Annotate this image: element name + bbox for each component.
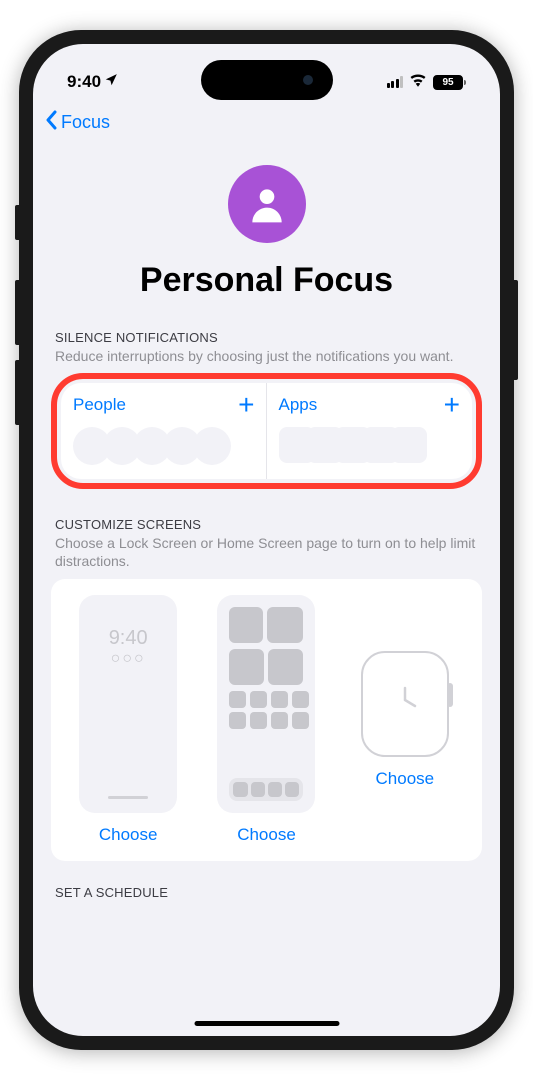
signal-icon: [387, 76, 404, 88]
screens-card: 9:40 ○○○ Choose: [51, 579, 482, 861]
annotation-highlight-box: People + Apps: [51, 373, 482, 489]
people-card-title: People: [73, 395, 126, 415]
mock-lock-time: 9:40: [87, 627, 169, 650]
customize-section-subtitle: Choose a Lock Screen or Home Screen page…: [51, 534, 482, 578]
chevron-left-icon: [45, 110, 57, 135]
add-apps-icon[interactable]: +: [444, 395, 460, 415]
clock-text: 9:40: [67, 72, 101, 92]
status-time: 9:40: [67, 72, 118, 92]
apps-placeholders: [279, 427, 461, 463]
dynamic-island: [201, 60, 333, 100]
people-placeholders: [73, 427, 255, 465]
schedule-section-header: SET A SCHEDULE: [51, 885, 482, 902]
home-indicator[interactable]: [194, 1021, 339, 1026]
add-people-icon[interactable]: +: [238, 395, 254, 415]
battery-level-text: 95: [442, 77, 453, 88]
customize-section-header: CUSTOMIZE SCREENS: [51, 517, 482, 534]
silence-section-subtitle: Reduce interruptions by choosing just th…: [51, 347, 482, 373]
watch-option: Choose: [338, 595, 472, 845]
mock-lock-dots: ○○○: [87, 650, 169, 668]
choose-lock-screen-button[interactable]: Choose: [99, 825, 158, 845]
location-icon: [104, 72, 118, 92]
home-screen-option: Choose: [199, 595, 333, 845]
lock-screen-option: 9:40 ○○○ Choose: [61, 595, 195, 845]
person-avatar-icon: [228, 165, 306, 243]
wifi-icon: [409, 73, 427, 92]
apps-card[interactable]: Apps +: [267, 383, 473, 479]
battery-icon: 95: [433, 75, 466, 90]
silence-section-header: SILENCE NOTIFICATIONS: [51, 330, 482, 347]
home-screen-preview: [217, 595, 315, 813]
watch-preview: [361, 651, 449, 757]
back-label: Focus: [61, 112, 110, 133]
nav-bar: Focus: [33, 100, 500, 145]
back-button[interactable]: Focus: [45, 110, 110, 135]
people-card[interactable]: People +: [61, 383, 267, 479]
page-title: Personal Focus: [51, 261, 482, 300]
phone-frame: 9:40 95: [19, 30, 514, 1050]
apps-card-title: Apps: [279, 395, 318, 415]
choose-home-screen-button[interactable]: Choose: [237, 825, 296, 845]
screen: 9:40 95: [33, 44, 500, 1036]
lock-screen-preview: 9:40 ○○○: [79, 595, 177, 813]
choose-watch-button[interactable]: Choose: [376, 769, 435, 789]
watch-hands-icon: [385, 680, 425, 727]
